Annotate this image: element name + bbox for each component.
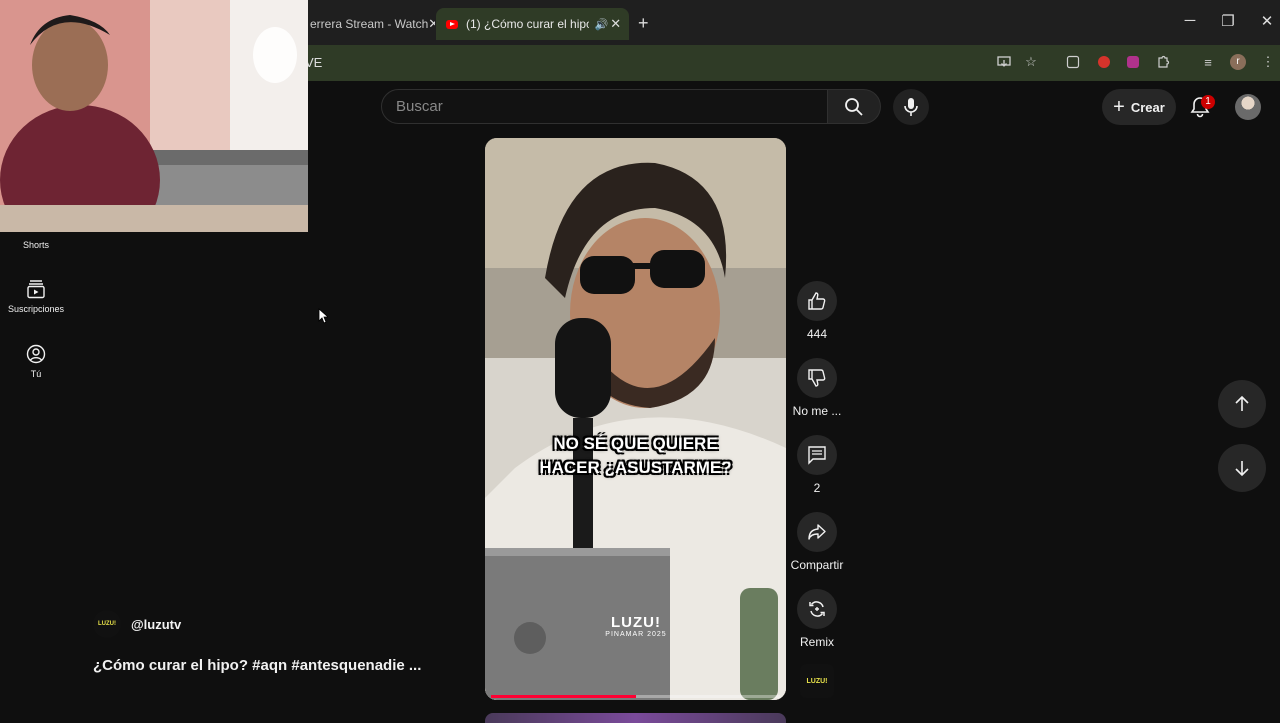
search-input[interactable]: Buscar: [381, 89, 828, 124]
comment-icon: [808, 446, 826, 465]
youtube-favicon-icon: [446, 19, 458, 29]
profile-initial: r: [1230, 54, 1246, 70]
video-watermark-sub: PINAMAR 2025: [605, 631, 667, 638]
channel-info[interactable]: LUZU! @luzutv: [93, 610, 181, 638]
channel-handle[interactable]: @luzutv: [131, 617, 181, 632]
mouse-cursor-icon: [318, 308, 328, 324]
arrow-up-icon: [1235, 395, 1249, 411]
like-button[interactable]: [797, 281, 837, 321]
browser-menu-icon[interactable]: ⋮: [1259, 53, 1277, 71]
restore-icon[interactable]: ❐: [1218, 12, 1238, 30]
sidebar-item-subscriptions[interactable]: Suscripciones: [0, 279, 72, 314]
previous-short-button[interactable]: [1218, 380, 1266, 428]
speaker-icon[interactable]: 🔊: [595, 18, 609, 31]
sidebar-item-label: Suscripciones: [7, 304, 65, 314]
you-icon: [26, 344, 46, 364]
url-field[interactable]: VE: [305, 51, 985, 75]
caption-line-1: NO SÉ QUE QUIERE: [553, 434, 718, 453]
webcam-image: [0, 0, 308, 232]
close-tab-icon[interactable]: ✕: [428, 16, 435, 32]
next-short-preview[interactable]: [485, 713, 786, 723]
video-watermark: LUZU!: [611, 614, 661, 631]
media-control-icon[interactable]: ≡: [1199, 53, 1217, 71]
extensions-puzzle-icon[interactable]: [1154, 53, 1172, 71]
caption-line-2: HACER ¿ASUSTARME?: [539, 458, 732, 477]
webcam-overlay: [0, 0, 308, 232]
voice-search-button[interactable]: [893, 89, 929, 125]
browser-tab[interactable]: errera Stream - Watch ✕: [308, 8, 435, 40]
extension-red-icon[interactable]: [1095, 53, 1113, 71]
browser-tab-active[interactable]: (1) ¿Cómo curar el hipo? #a 🔊 ✕: [436, 8, 629, 40]
share-icon: [808, 524, 826, 540]
account-avatar[interactable]: [1235, 94, 1261, 120]
create-button[interactable]: + Crear: [1102, 89, 1176, 125]
dislike-button[interactable]: [797, 358, 837, 398]
tab-title: errera Stream - Watch: [310, 17, 429, 31]
microphone-icon: [904, 98, 918, 116]
remix-button[interactable]: [797, 589, 837, 629]
profile-avatar-icon[interactable]: r: [1229, 53, 1247, 71]
remix-icon: [809, 601, 825, 617]
close-tab-icon[interactable]: ✕: [608, 16, 623, 32]
arrow-down-icon: [1235, 461, 1249, 477]
minimize-icon[interactable]: ─: [1180, 12, 1200, 29]
dislike-label: No me ...: [792, 404, 842, 418]
share-button[interactable]: [797, 512, 837, 552]
sidebar-item-label: Tú: [30, 369, 42, 379]
next-short-button[interactable]: [1218, 444, 1266, 492]
bookmark-star-icon[interactable]: ☆: [1022, 53, 1040, 71]
tab-title: (1) ¿Cómo curar el hipo? #a: [466, 17, 589, 31]
create-label: Crear: [1130, 99, 1165, 115]
remix-label: Remix: [799, 635, 834, 649]
new-tab-button[interactable]: +: [638, 13, 649, 34]
like-count: 444: [806, 327, 828, 341]
notification-badge: 1: [1201, 95, 1215, 109]
extension-purple-icon[interactable]: [1124, 53, 1142, 71]
sidebar-item-you[interactable]: Tú: [0, 344, 72, 379]
search-button[interactable]: [828, 89, 881, 124]
window-close-icon[interactable]: ✕: [1257, 12, 1277, 30]
sound-thumbnail[interactable]: LUZU!: [800, 664, 834, 698]
thumbs-down-icon: [808, 369, 826, 387]
comments-count: 2: [813, 481, 821, 495]
sidebar-item-label: Shorts: [22, 240, 49, 250]
thumbs-up-icon: [808, 292, 826, 310]
sidebar-item-shorts[interactable]: Shorts: [0, 225, 72, 250]
share-label: Compartir: [790, 558, 844, 572]
comments-button[interactable]: [797, 435, 837, 475]
video-caption: NO SÉ QUE QUIERE HACER ¿ASUSTARME?: [485, 432, 786, 480]
install-app-icon[interactable]: [995, 53, 1013, 71]
search-icon: [845, 97, 863, 116]
subscriptions-icon: [27, 280, 45, 299]
short-title[interactable]: ¿Cómo curar el hipo? #aqn #antesquenadie…: [93, 657, 421, 674]
extension-icon[interactable]: [1064, 53, 1082, 71]
plus-icon: +: [1113, 96, 1125, 118]
channel-avatar[interactable]: LUZU!: [93, 610, 121, 638]
video-progress-fill: [491, 695, 636, 698]
